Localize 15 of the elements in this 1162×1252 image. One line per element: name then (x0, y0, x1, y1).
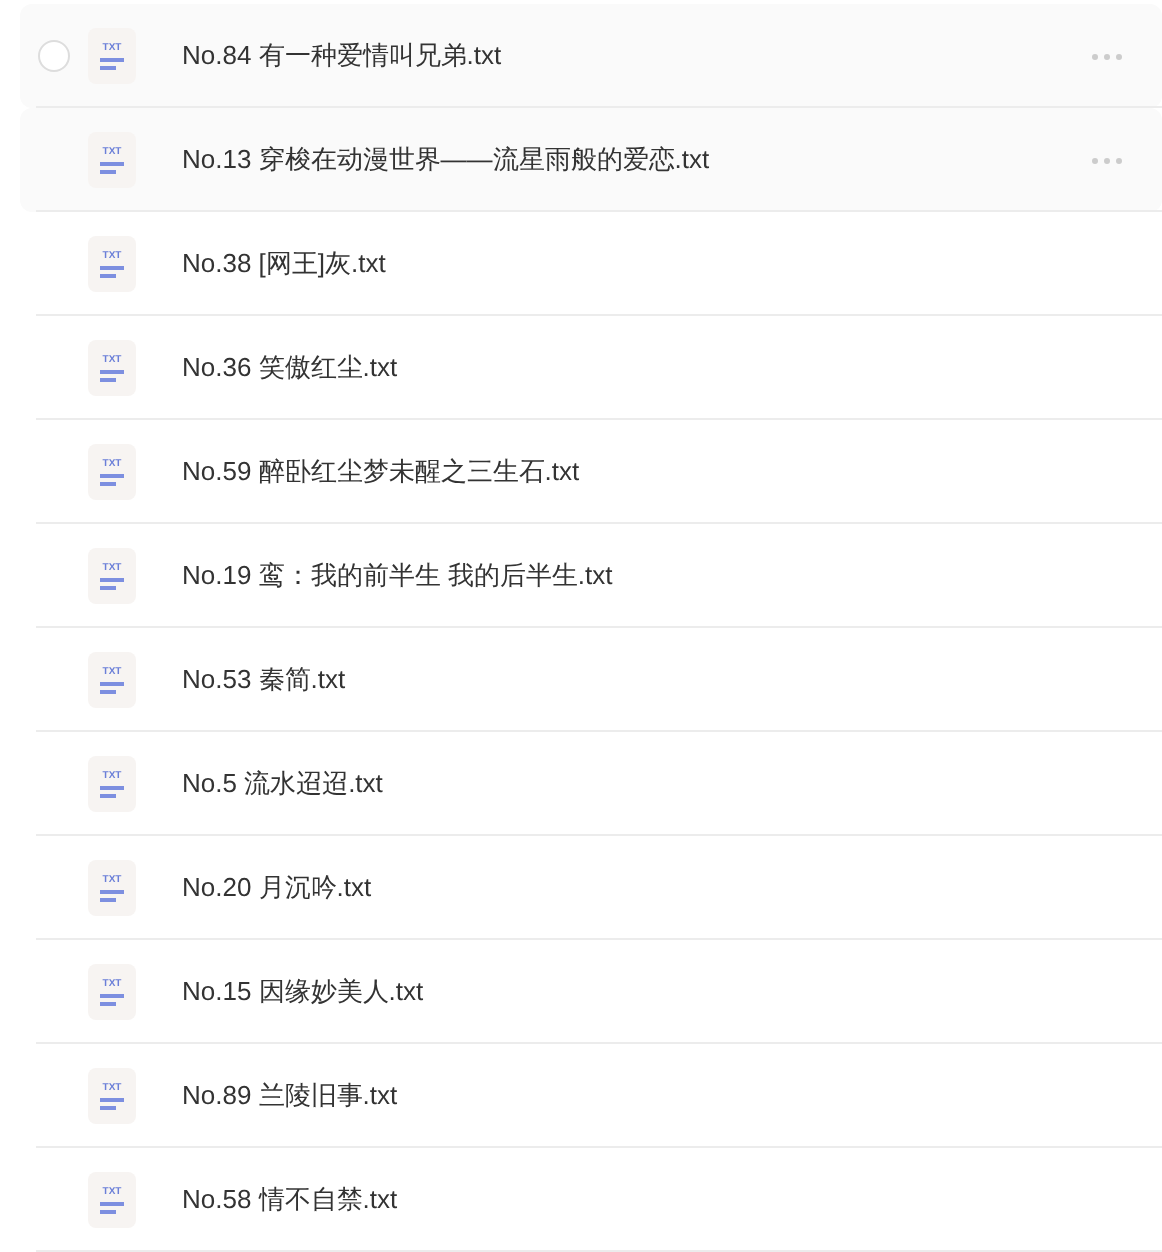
file-name[interactable]: No.20 月沉吟.txt (182, 868, 372, 908)
select-radio[interactable] (38, 40, 70, 72)
file-name[interactable]: No.58 情不自禁.txt (182, 1180, 398, 1220)
file-name[interactable]: No.36 笑傲红尘.txt (182, 348, 398, 388)
file-name[interactable]: No.5 流水迢迢.txt (182, 764, 383, 804)
file-name[interactable]: No.13 穿梭在动漫世界——流星雨般的爱恋.txt (182, 140, 710, 180)
file-name[interactable]: No.38 [网王]灰.txt (182, 244, 386, 284)
file-name[interactable]: No.84 有一种爱情叫兄弟.txt (182, 36, 502, 76)
file-name[interactable]: No.53 秦简.txt (182, 660, 346, 700)
more-icon[interactable] (1092, 53, 1122, 59)
file-name[interactable]: No.19 鸾：我的前半生 我的后半生.txt (182, 556, 613, 596)
file-name[interactable]: No.15 因缘妙美人.txt (182, 972, 424, 1012)
file-name[interactable]: No.89 兰陵旧事.txt (182, 1076, 398, 1116)
more-icon[interactable] (1092, 157, 1122, 163)
file-name[interactable]: No.59 醉卧红尘梦未醒之三生石.txt (182, 452, 580, 492)
